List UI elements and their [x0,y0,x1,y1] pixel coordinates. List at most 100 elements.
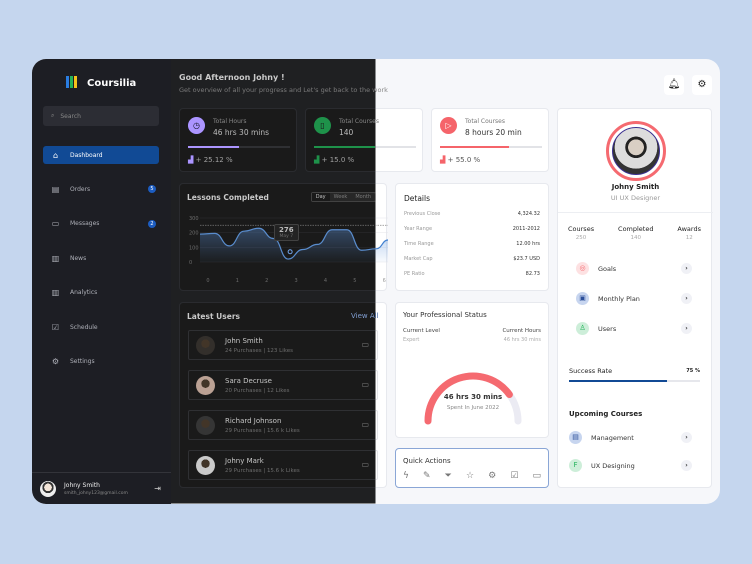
message-icon[interactable]: ▭ [361,340,369,349]
stat-value: 140 [339,128,354,137]
clock-icon: ◷ [188,117,205,134]
settings-icon[interactable]: ⚙ [488,471,496,481]
stat-card-total-courses: ▯ Total Courses 140 ▟ + 15.0 % [305,108,423,172]
lessons-chart-card: Lessons Completed Day Week Month 0 100 200… [179,183,388,291]
book-icon: ▯ [314,117,331,134]
search-icon: ⌕ [51,112,55,119]
count-badge: 5 [148,185,156,194]
filter-icon[interactable]: ⏷ [445,471,452,481]
schedule-icon: ☑ [51,322,60,332]
goals-link[interactable]: ◎ Goals › [576,262,692,275]
x-tick-label: 2 [265,278,268,284]
profile-stat-courses: Courses 250 [568,225,595,241]
user-list-item[interactable]: Richard Johnson 29 Purchases | 15.6 k Lik… [188,410,378,440]
user-list-item[interactable]: John Smith 24 Purchases | 123 Likes ▭ [188,330,378,360]
logo-icon [66,76,78,91]
details-row: Market Cap $23.7 USD [404,256,540,262]
stat-card-course-time: ▷ Total Courses 8 hours 20 min ▟ + 55.0 … [431,108,549,172]
sidebar-item-dashboard[interactable]: ⌂ Dashboard [43,146,159,164]
orders-icon: ▤ [51,184,60,194]
chevron-right-icon: › [681,323,692,334]
user-list-item[interactable]: Sara Decruse 20 Purchases | 12 Likes ▭ [188,370,378,400]
messages-icon: ▭ [51,219,60,229]
profile-stat-awards: Awards 12 [677,225,701,241]
settings-icon: ⚙ [51,356,60,366]
analytics-icon: ▥ [51,288,60,298]
star-icon[interactable]: ☆ [466,471,474,481]
stat-title: Total Hours [213,118,247,125]
course-management[interactable]: ▤ Management › [569,431,692,444]
course-ux-designing[interactable]: F UX Designing › [569,459,692,472]
chevron-right-icon: › [681,263,692,274]
avatar [196,456,215,475]
details-row: Time Range 12.00 hrs [404,241,540,247]
sidebar-item-messages[interactable]: ▭ Messages 2 [43,215,159,233]
sidebar-item-schedule[interactable]: ☑ Schedule [43,318,159,336]
gauge-caption: Spent In June 2022 [446,405,500,411]
subtitle: Get overview of all your progress and Le… [179,86,388,94]
logout-icon[interactable]: ⇥ [154,484,161,493]
sidebar-item-label: Messages [70,220,100,228]
sidebar-item-orders[interactable]: ▤ Orders 5 [43,180,159,198]
chevron-right-icon: › [681,460,692,471]
bolt-icon[interactable]: ϟ [403,471,409,481]
search-input[interactable]: ⌕ Search [43,106,159,126]
latest-users-title: Latest Users [187,312,240,321]
sidebar-user: Johny Smith smith_johny123@gmail.com ⇥ [32,472,171,504]
sidebar-item-news[interactable]: ▥ News [43,249,159,267]
profile-stat-completed: Completed 140 [618,225,654,241]
sidebar-item-label: Orders [70,185,91,193]
stat-card-total-hours: ◷ Total Hours 46 hrs 30 mins ▟ + 25.12 % [179,108,297,172]
x-tick-label: 0 [206,278,209,284]
success-rate-label: Success Rate [569,367,613,375]
settings-gear-icon[interactable]: ⚙ [692,75,712,95]
details-row: Previous Close 4,324.32 [404,211,540,217]
stat-change: ▟ + 25.12 % [188,156,233,164]
x-tick-label: 1 [236,278,239,284]
user-list-item[interactable]: Johny Mark 29 Purchases | 15.6 k Likes ▭ [188,450,378,480]
details-row: Year Range 2011-2012 [404,226,540,232]
message-icon[interactable]: ▭ [361,420,369,429]
signal-icon: ▟ [440,156,446,164]
success-rate-value: 75 % [686,368,700,374]
sidebar: Coursilia ⌕ Search ⌂ Dashboard ▤ Orders 5 ▭ Mes… [32,59,171,504]
chart-tooltip: 276 May 7 [274,224,299,241]
quick-actions-title: Quick Actions [403,457,451,465]
professional-status-card: Your Professional Status Current Level E… [395,302,549,438]
upcoming-courses-title: Upcoming Courses [569,410,643,418]
sidebar-item-label: News [70,254,87,262]
edit-icon[interactable]: ✎ [423,471,431,481]
message-icon[interactable]: ▭ [361,380,369,389]
users-link[interactable]: ♙ Users › [576,322,692,335]
y-tick-label: 100 [189,245,199,251]
sidebar-item-analytics[interactable]: ▥ Analytics [43,284,159,302]
y-tick-label: 0 [189,260,192,266]
success-rate-bar [569,380,700,382]
signal-icon: ▟ [188,156,194,164]
notification-bell-icon[interactable]: 🔔︎ [664,75,684,95]
message-icon[interactable]: ▭ [361,460,369,469]
chevron-right-icon: › [681,432,692,443]
gauge-value: 46 hrs 30 mins [443,393,503,401]
signal-icon: ▟ [314,156,320,164]
news-icon: ▥ [51,253,60,263]
sidebar-item-settings[interactable]: ⚙ Settings [43,352,159,370]
monthly-plan-link[interactable]: ▣ Monthly Plan › [576,292,692,305]
count-badge: 2 [148,219,156,228]
details-card: Details Previous Close 4,324.32 Year Range… [395,183,549,291]
stat-title: Total Courses [339,118,379,125]
quick-actions-card: Quick Actions ϟ ✎ ⏷ ☆ ⚙ ☑ ▭ [395,448,549,488]
x-tick-label: 6 [383,278,386,284]
target-icon: ◎ [576,262,589,275]
profile-role: UI UX Designer [610,194,661,202]
user-icon: ♙ [576,322,589,335]
stat-value: 46 hrs 30 mins [213,128,270,137]
comment-icon[interactable]: ▭ [532,471,541,481]
latest-users-card: Latest Users View All John Smith 24 Purch… [179,302,387,488]
chevron-right-icon: › [681,293,692,304]
view-all-link[interactable]: View All [351,312,379,320]
y-tick-label: 300 [189,216,199,222]
calendar-check-icon[interactable]: ☑ [510,471,518,481]
greeting: Good Afternoon Johny ! [179,73,285,82]
avatar [196,416,215,435]
